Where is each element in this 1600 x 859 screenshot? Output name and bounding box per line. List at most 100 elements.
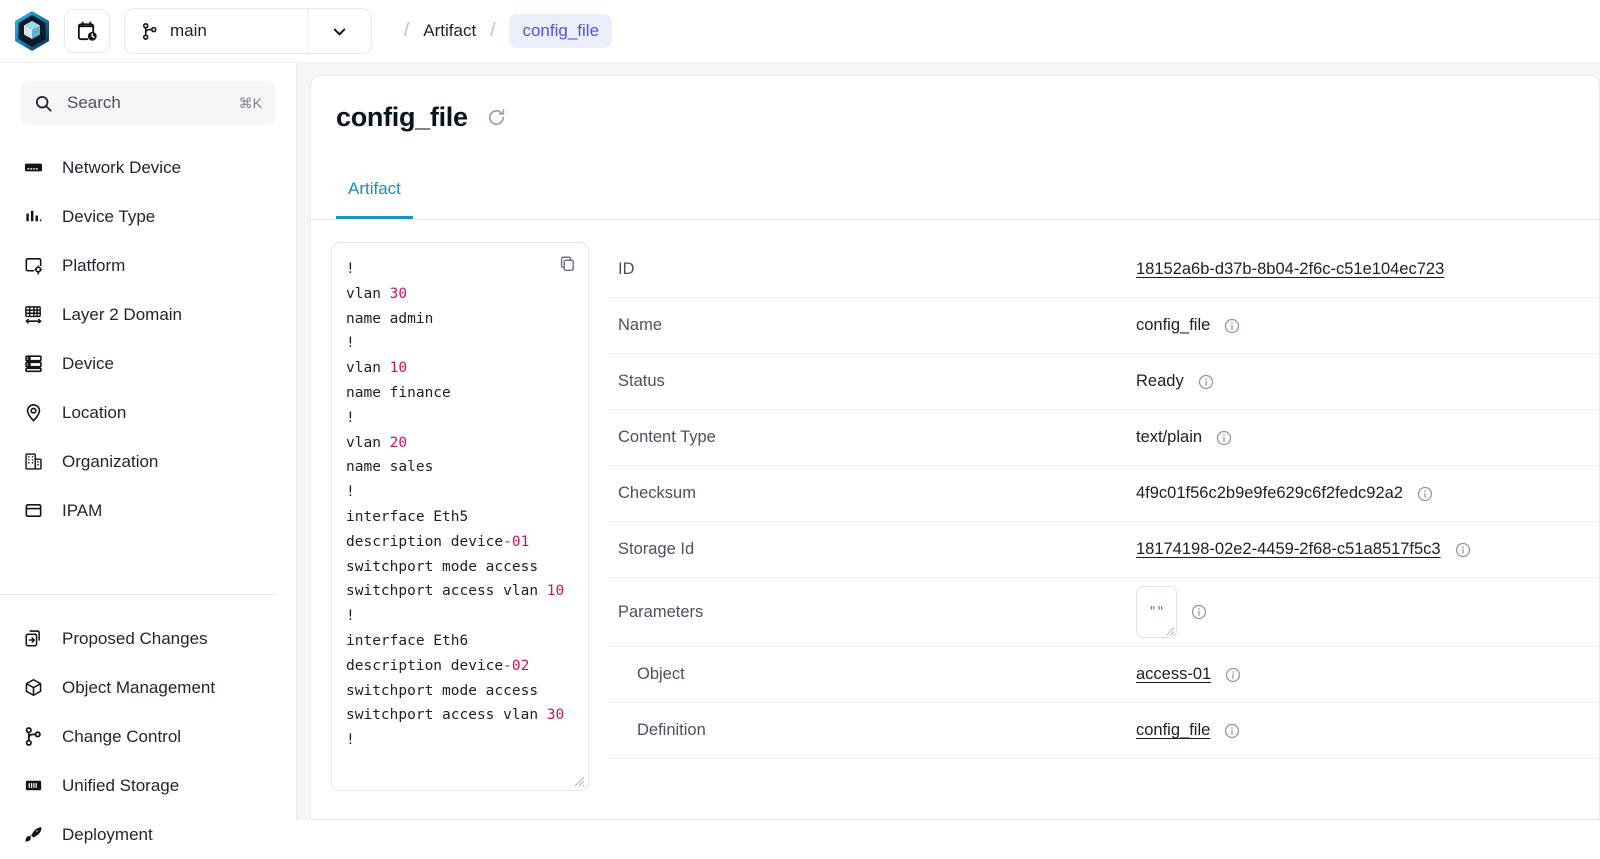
sidebar-item-location[interactable]: Location — [0, 388, 296, 437]
detail-value: config_file — [1136, 316, 1241, 335]
copy-icon — [560, 256, 574, 272]
artifact-detail-table: ID 18152a6b-d37b-8b04-2f6c-c51e104ec723 Na… — [599, 242, 1599, 791]
rocket-icon — [22, 824, 44, 845]
refresh-button[interactable] — [486, 107, 507, 128]
branch-selector-value-area[interactable]: main — [125, 9, 307, 53]
git-branch-icon — [22, 726, 44, 747]
parameters-textarea[interactable]: "" — [1136, 586, 1177, 638]
sidebar-divider — [0, 594, 276, 595]
breadcrumb-separator: / — [490, 20, 496, 41]
window-gear-icon — [22, 255, 44, 276]
code-line: ! — [346, 732, 355, 749]
info-button[interactable] — [1224, 666, 1242, 684]
detail-value: 18152a6b-d37b-8b04-2f6c-c51e104ec723 — [1136, 260, 1444, 279]
card-header: config_file — [311, 76, 1599, 158]
code-line: ! — [346, 484, 355, 501]
main-area: config_file Artifact ! vlan 30 name admin… — [297, 62, 1600, 820]
info-icon — [1226, 667, 1241, 682]
code-line: vlan 30 — [346, 285, 408, 302]
code-line: vlan 10 — [346, 360, 408, 377]
code-line: description device-01 — [346, 533, 530, 550]
info-icon — [1455, 542, 1470, 557]
bar-chart-icon — [22, 206, 44, 227]
sidebar-item-deployment[interactable]: Deployment — [0, 810, 296, 859]
branch-dropdown-toggle[interactable] — [307, 9, 371, 53]
info-button[interactable] — [1197, 373, 1215, 391]
sidebar-item-label: Platform — [62, 255, 126, 275]
sidebar-item-label: Deployment — [62, 824, 153, 844]
sidebar-item-organization[interactable]: Organization — [0, 437, 296, 486]
sidebar: Search ⌘K Network Device Device Type Pla… — [0, 62, 297, 844]
detail-value: config_file — [1136, 721, 1241, 740]
git-branch-icon — [142, 22, 157, 40]
code-line: switchport mode access — [346, 558, 539, 575]
resize-handle[interactable] — [1164, 625, 1175, 636]
sidebar-item-label: Change Control — [62, 726, 182, 746]
code-line: interface Eth6 — [346, 632, 469, 649]
app-logo[interactable] — [10, 9, 54, 53]
table-row: Object access-01 — [607, 647, 1599, 703]
artifact-content-textarea[interactable]: ! vlan 30 name admin! vlan 10 name finance… — [331, 242, 589, 791]
detail-value-text: text/plain — [1136, 428, 1203, 446]
resize-handle[interactable] — [571, 773, 585, 787]
breadcrumb-item-config-file[interactable]: config_file — [509, 14, 613, 48]
detail-label: Status — [618, 372, 665, 390]
search-placeholder: Search — [67, 93, 121, 112]
sidebar-nav-primary[interactable]: Network Device Device Type Platform Laye… — [0, 143, 296, 584]
tab-label: Artifact — [348, 178, 401, 198]
sidebar-item-label: Object Management — [62, 677, 216, 697]
detail-label: Content Type — [618, 428, 716, 446]
detail-value-text: config_file — [1136, 316, 1211, 334]
code-line: ! — [346, 409, 355, 426]
sidebar-item-device-type[interactable]: Device Type — [0, 192, 296, 241]
info-button[interactable] — [1416, 485, 1434, 503]
detail-value-link[interactable]: access-01 — [1136, 665, 1211, 684]
info-button[interactable] — [1223, 722, 1241, 740]
sidebar-item-device[interactable]: Device — [0, 339, 296, 388]
copy-button[interactable] — [558, 254, 577, 273]
code-line: ! — [346, 335, 355, 352]
sidebar-item-proposed-changes[interactable]: Proposed Changes — [0, 614, 296, 663]
branch-selector[interactable]: main — [124, 8, 372, 54]
info-button[interactable] — [1215, 429, 1233, 447]
sidebar-item-platform[interactable]: Platform — [0, 241, 296, 290]
detail-value-link[interactable]: 18174198-02e2-4459-2f68-c51a8517f5c3 — [1136, 540, 1441, 559]
sidebar-item-label: Layer 2 Domain — [62, 304, 183, 324]
resize-grip-icon — [1166, 627, 1175, 636]
branch-name: main — [170, 21, 207, 40]
table-row: Status Ready — [607, 354, 1599, 410]
search-input[interactable]: Search ⌘K — [20, 81, 276, 125]
tab-artifact[interactable]: Artifact — [336, 158, 413, 219]
sidebar-item-layer-2-domain[interactable]: Layer 2 Domain — [0, 290, 296, 339]
detail-value: text/plain — [1136, 428, 1233, 447]
sidebar-nav-secondary: Proposed Changes Object Management Chang… — [0, 614, 296, 859]
info-button[interactable] — [1454, 541, 1472, 559]
info-button[interactable] — [1190, 603, 1208, 621]
detail-label: Checksum — [618, 484, 696, 502]
sidebar-item-ipam[interactable]: IPAM — [0, 486, 296, 535]
code-line: ! — [346, 608, 355, 625]
building-icon — [22, 451, 44, 472]
info-icon — [1191, 604, 1207, 620]
breadcrumb-item-artifact[interactable]: Artifact — [423, 21, 476, 41]
info-icon — [1225, 723, 1240, 738]
sidebar-item-object-management[interactable]: Object Management — [0, 663, 296, 712]
sidebar-item-label: Device Type — [62, 206, 156, 226]
detail-label: ID — [618, 260, 635, 278]
sidebar-item-network-device[interactable]: Network Device — [0, 143, 296, 192]
table-row: Parameters "" — [607, 578, 1599, 647]
detail-value-link[interactable]: 18152a6b-d37b-8b04-2f6c-c51e104ec723 — [1136, 260, 1444, 279]
sidebar-item-unified-storage[interactable]: Unified Storage — [0, 761, 296, 810]
network-switch-icon — [22, 304, 44, 325]
table-row: Name config_file — [607, 298, 1599, 354]
detail-label: Parameters — [618, 602, 704, 621]
calendar-time-button[interactable] — [64, 9, 110, 53]
detail-label: Name — [618, 316, 663, 334]
detail-value-link[interactable]: config_file — [1136, 721, 1210, 740]
server-stack-icon — [22, 353, 44, 374]
info-button[interactable] — [1223, 317, 1241, 335]
table-row: ID 18152a6b-d37b-8b04-2f6c-c51e104ec723 — [607, 242, 1599, 298]
code-line: switchport access vlan 30 — [346, 707, 565, 724]
page-title: config_file — [336, 101, 468, 132]
sidebar-item-change-control[interactable]: Change Control — [0, 712, 296, 761]
